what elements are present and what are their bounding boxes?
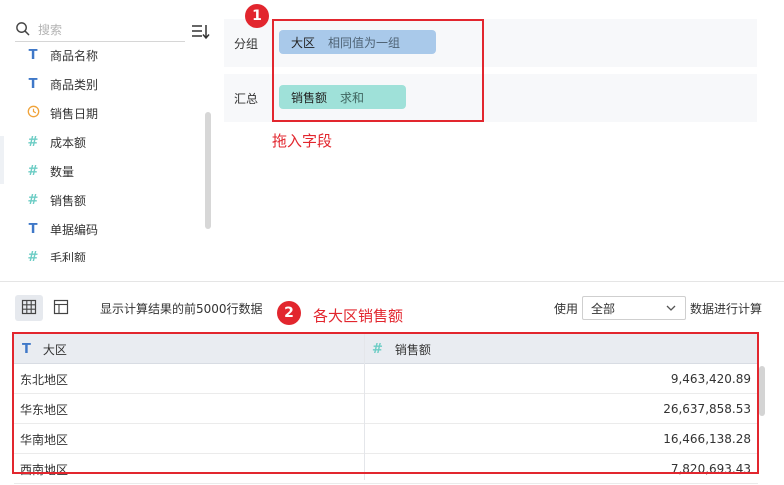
result-limit-text: 显示计算结果的前5000行数据 [100,302,263,316]
field-item[interactable]: # 数量 [0,158,200,184]
number-type-icon: # [27,134,39,150]
field-item[interactable]: # 销售额 [0,187,200,213]
annotation-box-result [12,332,759,474]
clock-icon [26,105,40,122]
field-item[interactable]: # 成本额 [0,129,200,155]
number-type-icon: # [27,163,39,179]
field-label: 数量 [50,164,75,179]
field-item[interactable]: T 商品名称 [0,42,200,68]
field-label: 单据编码 [50,222,99,237]
text-type-icon: T [28,221,38,237]
annotation-note-drag-fields: 拖入字段 [272,132,333,150]
table-view-button[interactable] [15,295,43,321]
field-label: 商品名称 [50,48,99,63]
annotation-box-drop-fields [272,19,484,122]
select-value: 全部 [591,301,616,316]
field-label: 成本额 [50,135,87,150]
sort-icon[interactable] [190,22,212,42]
field-item[interactable]: # 毛利额 [0,244,200,263]
search-input[interactable] [38,22,178,37]
search-box [15,18,185,42]
layout-icon [53,299,69,318]
field-item[interactable]: T 商品类别 [0,71,200,97]
grid-icon [21,299,37,318]
field-panel: T 商品名称 T 商品类别 销售日期 # 成本额 # 数量 # 销售额 T 单据… [0,0,216,262]
number-type-icon: # [27,192,39,208]
summary-label: 汇总 [234,92,259,106]
field-label: 销售额 [50,193,87,208]
field-label: 毛利额 [50,250,87,263]
annotation-badge-2: 2 [277,301,301,325]
field-label: 销售日期 [50,106,99,121]
search-icon [15,21,30,39]
section-divider [0,281,784,282]
chevron-down-icon [665,302,677,314]
compute-label: 数据进行计算 [690,302,763,316]
number-type-icon: # [27,249,39,263]
field-item[interactable]: T 单据编码 [0,216,200,242]
text-type-icon: T [28,47,38,63]
field-list-scroll-thumb[interactable] [205,112,211,229]
layout-view-button[interactable] [47,295,75,321]
annotation-badge-1: 1 [245,4,269,28]
use-label: 使用 [554,302,579,316]
annotation-note-region-sales: 各大区销售额 [313,307,404,325]
group-label: 分组 [234,37,259,51]
text-type-icon: T [28,76,38,92]
field-label: 商品类别 [50,77,99,92]
table-scrollbar[interactable] [759,366,765,416]
panel-edge [0,136,4,184]
field-item[interactable]: 销售日期 [0,100,200,126]
data-scope-select[interactable]: 全部 [582,296,686,320]
